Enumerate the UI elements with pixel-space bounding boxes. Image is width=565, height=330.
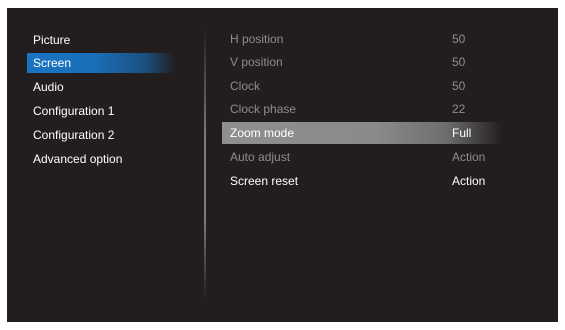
setting-clock-phase[interactable]: Clock phase 22 <box>222 98 502 120</box>
setting-label: Screen reset <box>230 174 299 188</box>
menu-item-configuration-1[interactable]: Configuration 1 <box>27 101 175 121</box>
setting-screen-reset[interactable]: Screen reset Action <box>222 170 502 192</box>
setting-value: 50 <box>452 79 466 93</box>
setting-label: V position <box>230 55 283 69</box>
setting-value: 22 <box>452 102 466 116</box>
setting-clock[interactable]: Clock 50 <box>222 75 502 97</box>
setting-auto-adjust[interactable]: Auto adjust Action <box>222 146 502 168</box>
setting-label: Clock phase <box>230 102 297 116</box>
setting-value: Action <box>452 150 486 164</box>
osd-menu-panel: Picture Screen Audio Configuration 1 Con… <box>7 8 558 322</box>
setting-value: Action <box>452 174 486 188</box>
menu-item-configuration-2[interactable]: Configuration 2 <box>27 125 175 145</box>
menu-divider <box>204 28 206 300</box>
setting-value: Full <box>452 126 472 140</box>
menu-item-audio[interactable]: Audio <box>27 77 175 97</box>
menu-item-advanced-option[interactable]: Advanced option <box>27 149 175 169</box>
setting-label: Clock <box>230 79 261 93</box>
setting-value: 50 <box>452 32 466 46</box>
setting-label: Auto adjust <box>230 150 291 164</box>
setting-value: 50 <box>452 55 466 69</box>
menu-item-picture[interactable]: Picture <box>27 30 175 50</box>
setting-label: H position <box>230 32 284 46</box>
setting-h-position[interactable]: H position 50 <box>222 28 502 50</box>
setting-label: Zoom mode <box>230 126 295 140</box>
setting-zoom-mode[interactable]: Zoom mode Full <box>222 122 502 144</box>
setting-v-position[interactable]: V position 50 <box>222 51 502 73</box>
menu-item-screen[interactable]: Screen <box>27 53 175 73</box>
